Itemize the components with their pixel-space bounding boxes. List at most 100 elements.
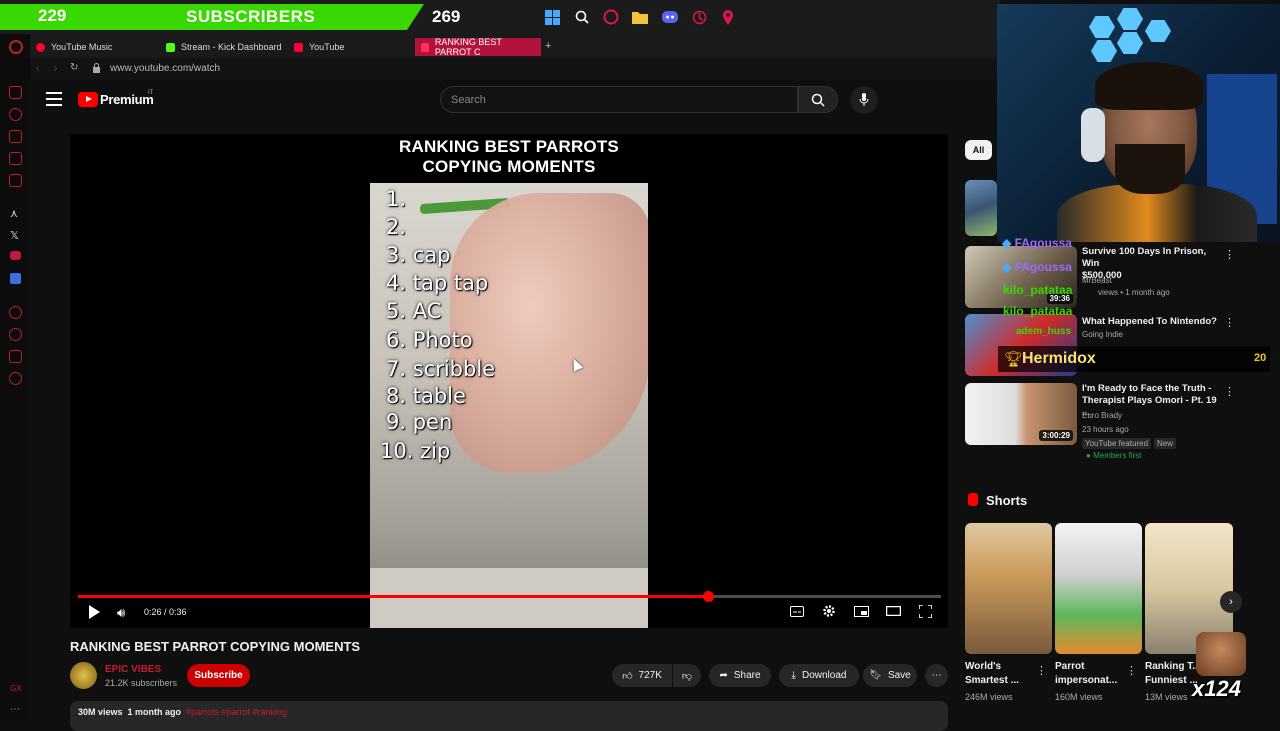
shorts-next-button[interactable]: › <box>1220 591 1242 613</box>
view-count-and-date: 30M views 1 month ago <box>78 707 181 717</box>
save-button[interactable]: 🔖︎ Save <box>863 664 917 687</box>
sidebar-app-icon[interactable]: ⋏ <box>10 207 18 220</box>
tab-youtube[interactable]: YouTube <box>288 38 350 56</box>
back-icon[interactable]: ‹ <box>36 63 39 74</box>
short-thumbnail[interactable] <box>965 523 1052 654</box>
short-views: 160M views <box>1055 692 1103 702</box>
recommendation-title[interactable]: What Happened To Nintendo? <box>1082 316 1222 328</box>
hamburger-menu-icon[interactable] <box>46 92 62 106</box>
lock-icon <box>92 62 101 76</box>
channel-avatar[interactable] <box>70 662 97 689</box>
reload-icon[interactable]: ↻ <box>70 62 78 73</box>
download-button[interactable]: ⤓ Download <box>779 664 859 687</box>
more-actions-button[interactable]: ⋯ <box>925 664 948 687</box>
sidebar-app-icon[interactable] <box>9 86 22 99</box>
sidebar-app-icon[interactable] <box>9 130 22 143</box>
channel-subscriber-count: 21.2K subscribers <box>105 678 178 688</box>
sidebar-app-icon[interactable] <box>9 152 22 165</box>
title-line: I'm Ready to Face the Truth - <box>1082 383 1212 394</box>
x-icon[interactable]: 𝕏 <box>10 229 19 242</box>
tab-youtube-music[interactable]: YouTube Music <box>30 38 118 56</box>
more-vertical-icon[interactable]: ⋮ <box>1036 664 1047 677</box>
subscriber-count-current: 229 <box>38 6 67 25</box>
hex-light <box>1117 32 1143 54</box>
windows-icon[interactable] <box>542 7 562 27</box>
theater-mode-icon[interactable] <box>885 604 901 618</box>
settings-icon[interactable] <box>9 372 22 385</box>
short-title[interactable]: Parrot impersonat... <box>1055 660 1117 688</box>
short-thumbnail[interactable] <box>1055 523 1142 654</box>
short-title[interactable]: World's Smartest ... <box>965 660 1019 688</box>
opera-logo-icon[interactable] <box>9 40 23 54</box>
sidebar-app-icon[interactable] <box>9 350 22 363</box>
more-vertical-icon[interactable]: ⋮ <box>1224 248 1235 261</box>
voice-search-button[interactable] <box>850 86 878 114</box>
youtube-premium-logo[interactable]: Premium <box>100 92 154 107</box>
recommendation-thumbnail[interactable] <box>965 180 997 236</box>
new-tab-button[interactable]: + <box>545 40 551 52</box>
discord-icon[interactable] <box>660 7 680 27</box>
progress-bar-played <box>78 595 708 598</box>
opera-gx-icon[interactable] <box>601 7 621 27</box>
filter-chip-all[interactable]: All <box>965 140 992 160</box>
sidebar-app-icon[interactable] <box>9 108 22 121</box>
short-views: 13M views <box>1145 692 1188 702</box>
forward-icon[interactable]: › <box>54 63 57 74</box>
members-first-badge: ● Members first <box>1086 451 1142 460</box>
emote-combo-count: x124 <box>1192 676 1241 701</box>
url-text[interactable]: www.youtube.com/watch <box>110 63 220 74</box>
hex-light <box>1145 20 1171 42</box>
recommendation-channel[interactable]: MrBeast <box>1082 276 1112 285</box>
progress-scrubber[interactable] <box>702 591 714 602</box>
hex-light <box>1117 8 1143 30</box>
recommendation-thumbnail[interactable]: 3:00:29 <box>965 383 1077 445</box>
play-button[interactable] <box>87 605 101 619</box>
subtitles-icon[interactable] <box>789 604 805 618</box>
subscribe-button[interactable]: Subscribe <box>187 664 250 687</box>
sidebar-app-icon[interactable] <box>10 251 21 260</box>
chat-name-text: FAgoussa <box>1014 236 1072 250</box>
badge-icon: ◆ <box>1002 260 1012 274</box>
sidebar-app-icon[interactable] <box>9 306 22 319</box>
search-input[interactable]: Search <box>440 86 798 113</box>
dislike-button[interactable]: 👎︎ <box>673 664 701 687</box>
search-button[interactable] <box>798 86 838 113</box>
share-button[interactable]: ➦ Share <box>709 664 771 687</box>
map-pin-icon[interactable] <box>718 7 738 27</box>
hashtags[interactable]: #parrots #parrot #ranking <box>186 707 287 717</box>
video-player[interactable]: RANKING BEST PARROTS COPYING MOMENTS 1. … <box>70 134 948 628</box>
shorts-heading: Shorts <box>986 493 1028 508</box>
webcam-overlay <box>997 4 1280 242</box>
tab-kick-dashboard[interactable]: Stream - Kick Dashboard <box>160 38 288 56</box>
gx-icon[interactable]: GX <box>10 684 22 693</box>
tab-label: YouTube <box>309 42 345 52</box>
recommendation-channel[interactable]: Going Indie <box>1082 330 1123 339</box>
search-placeholder: Search <box>451 93 486 106</box>
video-duration: 3:00:29 <box>1039 430 1073 441</box>
more-icon[interactable]: ⋯ <box>10 704 20 715</box>
tab-active-video[interactable]: RANKING BEST PARROT C <box>415 37 541 57</box>
miniplayer-icon[interactable] <box>853 604 869 618</box>
recommendation-channel[interactable]: Euro Brady <box>1082 411 1122 420</box>
more-vertical-icon[interactable]: ⋮ <box>1224 385 1235 398</box>
share-icon: ➦ <box>719 670 728 681</box>
search-icon[interactable] <box>572 7 592 27</box>
recommendation-thumbnail[interactable]: 39:36 <box>965 246 1077 308</box>
channel-name[interactable]: EPIC VIBES <box>105 664 161 675</box>
volume-icon[interactable]: 🔊︎ <box>117 605 125 621</box>
folder-icon[interactable] <box>630 7 650 27</box>
fullscreen-icon[interactable] <box>917 604 933 618</box>
sidebar-app-icon[interactable] <box>9 174 22 187</box>
clock-icon[interactable] <box>9 328 22 341</box>
sidebar-app-icon[interactable] <box>10 273 21 284</box>
rank-item: 9. pen <box>386 410 453 434</box>
video-caption-title: RANKING BEST PARROTS <box>399 137 619 156</box>
more-vertical-icon[interactable]: ⋮ <box>1224 316 1235 329</box>
view-count: 30M views <box>78 707 123 717</box>
settings-gear-icon[interactable] <box>821 604 837 618</box>
app-icon[interactable] <box>689 7 709 27</box>
like-button[interactable]: 👍︎ 727K <box>612 664 672 687</box>
youtube-logo-icon[interactable] <box>78 92 98 107</box>
more-vertical-icon[interactable]: ⋮ <box>1126 664 1137 677</box>
kick-icon <box>166 42 175 52</box>
